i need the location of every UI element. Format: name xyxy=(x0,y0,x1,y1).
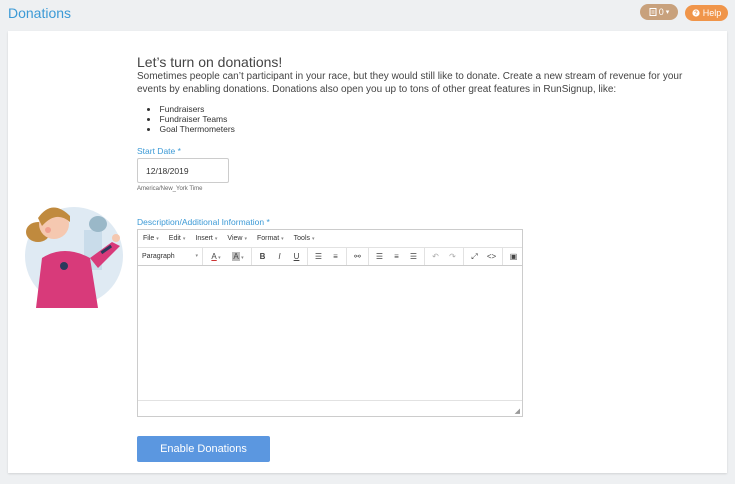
italic-icon[interactable]: I xyxy=(271,252,288,261)
description-label: Description/Additional Information * xyxy=(137,217,270,227)
help-button[interactable]: ? Help xyxy=(685,5,728,21)
fullscreen-icon[interactable]: ⤢ xyxy=(466,252,483,262)
menu-edit[interactable]: Edit ▾ xyxy=(169,235,186,242)
editor-statusbar: ◢ xyxy=(138,401,522,416)
page-title: Donations xyxy=(8,5,72,21)
features-list: Fundraisers Fundraiser Teams Goal Thermo… xyxy=(147,104,235,134)
resize-handle-icon[interactable]: ◢ xyxy=(515,407,520,415)
enable-donations-button[interactable]: Enable Donations xyxy=(137,436,270,462)
editor-menubar: File ▾ Edit ▾ Insert ▾ View ▾ Format ▾ Tools ▾ xyxy=(138,230,522,248)
chevron-down-icon: ▾ xyxy=(665,9,670,16)
top-bar: Donations 0 ▾ ? Help xyxy=(0,0,735,28)
start-date-label: Start Date * xyxy=(137,146,181,156)
underline-icon[interactable]: U xyxy=(288,252,305,261)
runner-illustration xyxy=(25,207,123,308)
image-icon[interactable]: ▣ xyxy=(505,252,522,261)
menu-view[interactable]: View ▾ xyxy=(227,235,247,242)
counter-value: 0 xyxy=(658,7,664,17)
rich-text-editor: File ▾ Edit ▾ Insert ▾ View ▾ Format ▾ Tools ▾… xyxy=(137,229,523,417)
editor-content-area[interactable] xyxy=(138,266,522,401)
link-icon[interactable]: ⚯ xyxy=(349,252,366,261)
start-date-input[interactable] xyxy=(137,158,229,183)
undo-icon[interactable]: ↶ xyxy=(427,252,444,261)
counter-button[interactable]: 0 ▾ xyxy=(640,4,678,20)
svg-text:?: ? xyxy=(694,11,698,17)
intro-text: Sometimes people can’t participant in yo… xyxy=(137,71,683,95)
text-color-icon[interactable]: A ▾ xyxy=(205,252,227,261)
align-center-icon[interactable]: ≡ xyxy=(388,252,405,261)
page-heading: Let’s turn on donations! xyxy=(137,54,283,70)
align-right-icon[interactable]: ☰ xyxy=(405,252,422,261)
redo-icon[interactable]: ↷ xyxy=(444,252,461,261)
source-code-icon[interactable]: <> xyxy=(483,252,500,261)
list-item: Fundraiser Teams xyxy=(147,114,235,124)
notepad-icon xyxy=(649,8,657,16)
editor-toolbar: Paragraph ▾ A ▾ A ▾ B I U ☰ ≡ ⚯ ☰ ≡ ☰ ↶ ↷… xyxy=(138,248,522,266)
menu-file[interactable]: File ▾ xyxy=(143,235,159,242)
menu-format[interactable]: Format ▾ xyxy=(257,235,284,242)
list-item: Fundraisers xyxy=(147,104,235,114)
block-format-select[interactable]: Paragraph ▾ xyxy=(138,253,202,260)
background-color-icon[interactable]: A ▾ xyxy=(227,252,249,261)
help-circle-icon: ? xyxy=(692,9,700,17)
align-left-icon[interactable]: ☰ xyxy=(371,252,388,261)
timezone-note: America/New_York Time xyxy=(137,186,203,192)
help-label: Help xyxy=(702,8,722,18)
list-item: Goal Thermometers xyxy=(147,124,235,134)
bullet-list-icon[interactable]: ☰ xyxy=(310,252,327,261)
menu-insert[interactable]: Insert ▾ xyxy=(195,235,217,242)
bold-icon[interactable]: B xyxy=(254,252,271,261)
menu-tools[interactable]: Tools ▾ xyxy=(294,235,315,242)
numbered-list-icon[interactable]: ≡ xyxy=(327,252,344,261)
